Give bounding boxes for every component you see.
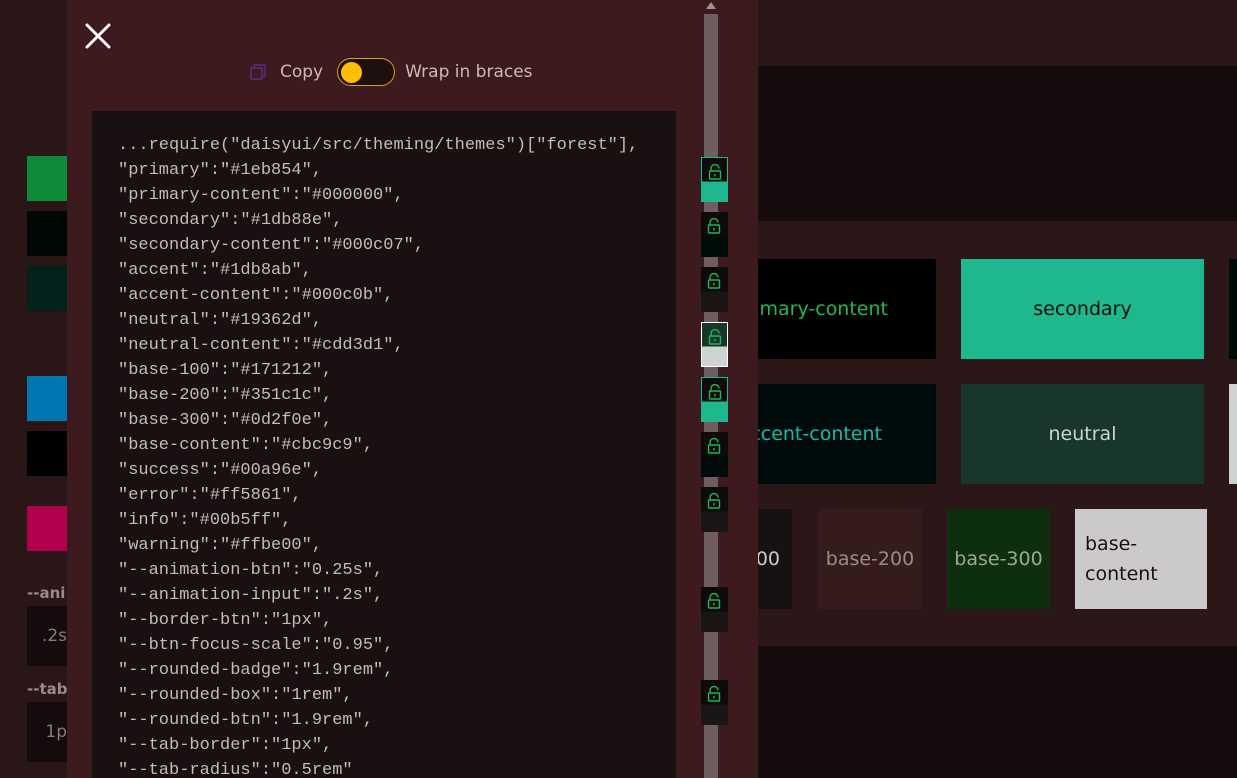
copy-button[interactable]: Copy (280, 62, 323, 82)
swatch-secondary-content[interactable] (1229, 259, 1237, 359)
unlock-icon (707, 686, 721, 702)
swatch-label: base-300 (954, 548, 1043, 570)
code-line: "neutral-content":"#cdd3d1", (118, 336, 404, 355)
code-line: "--rounded-box":"1rem", (118, 686, 353, 705)
color-lock-toggle[interactable] (701, 212, 728, 257)
code-line: ...require("daisyui/src/theming/themes")… (118, 136, 639, 155)
code-line: "success":"#00a96e", (118, 461, 323, 480)
modal-toolbar: Copy Wrap in braces (248, 57, 533, 87)
unlock-icon (707, 493, 721, 509)
code-line: "--btn-focus-scale":"0.95", (118, 636, 394, 655)
code-line: "secondary-content":"#000c07", (118, 236, 425, 255)
swatch-label: base-content (1085, 533, 1158, 585)
unlock-icon (708, 164, 722, 180)
code-line: "primary-content":"#000000", (118, 186, 404, 205)
color-lock-toggle[interactable] (701, 322, 728, 367)
bg-panel-bottom (758, 646, 1237, 778)
swatch-base-content[interactable]: base-content (1075, 509, 1207, 609)
code-line: "warning":"#ffbe00", (118, 536, 323, 555)
code-line: "neutral":"#19362d", (118, 311, 323, 330)
swatch-label: secondary (1033, 298, 1132, 320)
copy-icon[interactable] (248, 62, 268, 82)
color-lock-toggle[interactable] (701, 587, 728, 632)
code-line: "--animation-input":".2s", (118, 586, 384, 605)
swatch-secondary[interactable]: secondary (961, 259, 1204, 359)
swatch-label: 00 (755, 548, 780, 570)
code-line: "--tab-radius":"0.5rem" (118, 761, 353, 778)
wrap-in-braces-toggle[interactable] (337, 58, 396, 86)
color-lock-toggle[interactable] (701, 377, 728, 422)
swatch-base-200[interactable]: base-200 (818, 509, 922, 609)
code-line: "info":"#00b5ff", (118, 511, 292, 530)
code-line: "secondary":"#1db88e", (118, 211, 343, 230)
unlock-icon (707, 218, 721, 234)
close-icon[interactable] (82, 20, 114, 52)
color-lock-toggle[interactable] (701, 157, 728, 202)
color-lock-toggle[interactable] (701, 267, 728, 312)
code-line: "base-100":"#171212", (118, 361, 333, 380)
wrap-in-braces-label: Wrap in braces (405, 62, 533, 82)
left-swatch-info-content[interactable] (27, 431, 67, 476)
left-swatch-secondary[interactable] (27, 266, 67, 311)
scroll-up-arrow[interactable] (706, 2, 716, 9)
swatch-label: base-200 (825, 548, 915, 570)
animation-input[interactable]: .2s (27, 606, 67, 666)
tab-input-value: 1p (45, 722, 67, 742)
code-line: "base-content":"#cbc9c9", (118, 436, 374, 455)
color-lock-toggle[interactable] (701, 680, 728, 725)
swatch-neutral-content[interactable] (1229, 384, 1237, 484)
swatch-label: neutral (1048, 423, 1117, 445)
unlock-icon (708, 329, 722, 345)
unlock-icon (707, 273, 721, 289)
unlock-icon (708, 384, 722, 400)
swatch-primary-content[interactable]: rimary-content (730, 259, 936, 359)
toggle-knob (341, 62, 363, 83)
bg-panel-top (758, 66, 1237, 221)
code-line: "primary":"#1eb854", (118, 161, 323, 180)
color-lock-toggle[interactable] (701, 487, 728, 532)
code-line: "--animation-btn":"0.25s", (118, 561, 384, 580)
code-line: "error":"#ff5861", (118, 486, 302, 505)
left-swatch-primary-content[interactable] (27, 211, 67, 256)
tab-input[interactable]: 1p (27, 702, 67, 762)
code-line: "base-200":"#351c1c", (118, 386, 333, 405)
animation-label: --ani (27, 584, 66, 602)
swatch-base-300[interactable]: base-300 (947, 509, 1050, 609)
code-line: "--rounded-badge":"1.9rem", (118, 661, 394, 680)
left-swatch-info[interactable] (27, 376, 67, 421)
left-swatch-error[interactable] (27, 506, 67, 551)
theme-code-block[interactable]: ...require("daisyui/src/theming/themes")… (92, 111, 676, 778)
code-line: "--rounded-btn":"1.9rem", (118, 711, 374, 730)
animation-input-value: .2s (41, 626, 67, 646)
unlock-icon (707, 593, 721, 609)
code-line: "base-300":"#0d2f0e", (118, 411, 333, 430)
code-line: "--border-btn":"1px", (118, 611, 333, 630)
unlock-icon (707, 438, 721, 454)
swatch-label: ccent-content (750, 423, 882, 445)
code-line: "--tab-border":"1px", (118, 736, 333, 755)
code-line: "accent":"#1db8ab", (118, 261, 312, 280)
tab-label: --tab (27, 680, 68, 698)
color-lock-toggle[interactable] (701, 432, 728, 477)
left-swatch-primary[interactable] (27, 156, 67, 201)
swatch-label: rimary-content (746, 298, 888, 320)
swatch-neutral[interactable]: neutral (961, 384, 1204, 484)
code-line: "accent-content":"#000c0b", (118, 286, 394, 305)
swatch-accent-content[interactable]: ccent-content (730, 384, 936, 484)
